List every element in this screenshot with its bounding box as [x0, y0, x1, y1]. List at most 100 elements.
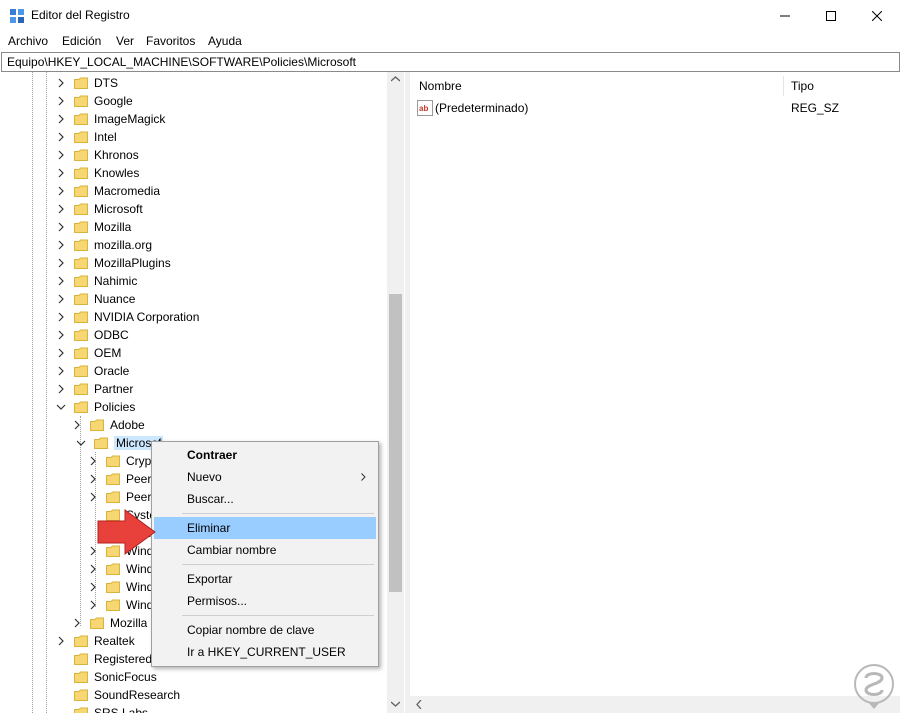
tree-item[interactable]: Knowles — [56, 164, 139, 182]
chevron-right-icon[interactable] — [56, 348, 66, 358]
tree-vertical-scrollbar[interactable] — [387, 72, 404, 713]
menu-item-copy-key-name[interactable]: Copiar nombre de clave — [154, 619, 376, 641]
tree-item[interactable]: Khronos — [56, 146, 139, 164]
scroll-thumb[interactable] — [389, 294, 402, 592]
values-pane[interactable]: Nombre Tipo ab (Predeterminado) REG_SZ — [410, 72, 900, 713]
folder-icon — [74, 292, 88, 306]
tree-item-label: Adobe — [110, 418, 145, 432]
tree-item[interactable]: Microsoft — [56, 200, 143, 218]
chevron-right-icon[interactable] — [56, 222, 66, 232]
tree-item[interactable]: Wind — [88, 596, 153, 614]
tree-item[interactable]: DTS — [56, 74, 118, 92]
chevron-right-icon[interactable] — [56, 204, 66, 214]
tree-item[interactable]: Nuance — [56, 290, 135, 308]
chevron-right-icon[interactable] — [88, 564, 98, 574]
folder-icon — [74, 202, 88, 216]
scroll-left-icon[interactable] — [416, 700, 422, 709]
value-row[interactable]: ab (Predeterminado) — [417, 99, 528, 117]
chevron-right-icon[interactable] — [88, 492, 98, 502]
column-header-name[interactable]: Nombre — [419, 79, 462, 93]
values-horizontal-scrollbar[interactable] — [410, 696, 900, 713]
chevron-right-icon[interactable] — [56, 240, 66, 250]
menu-archivo[interactable]: Archivo — [8, 34, 48, 48]
chevron-right-icon[interactable] — [88, 474, 98, 484]
folder-icon — [90, 418, 104, 432]
chevron-right-icon[interactable] — [56, 366, 66, 376]
tree-item[interactable]: Google — [56, 92, 133, 110]
tree-item[interactable]: SoundResearch — [56, 686, 180, 704]
address-bar[interactable]: Equipo\HKEY_LOCAL_MACHINE\SOFTWARE\Polic… — [1, 52, 900, 72]
tree-item[interactable]: NVIDIA Corporation — [56, 308, 199, 326]
column-header-type[interactable]: Tipo — [791, 79, 814, 93]
tree-item[interactable]: ODBC — [56, 326, 129, 344]
menu-ver[interactable]: Ver — [116, 34, 134, 48]
chevron-down-icon[interactable] — [76, 438, 86, 448]
chevron-right-icon[interactable] — [56, 168, 66, 178]
menu-item-export[interactable]: Exportar — [154, 568, 376, 590]
tree-item[interactable]: OEM — [56, 344, 121, 362]
folder-icon — [74, 76, 88, 90]
tree-item[interactable]: Crypt — [88, 452, 155, 470]
chevron-right-icon[interactable] — [56, 636, 66, 646]
tree-item[interactable]: Peern — [88, 488, 158, 506]
tree-item[interactable]: RegisteredA — [56, 650, 160, 668]
tree-item[interactable]: Partner — [56, 380, 133, 398]
tree-item[interactable]: SRS Labs — [56, 704, 148, 713]
tree-item-label: SonicFocus — [94, 670, 157, 684]
tree-item[interactable]: Wind — [88, 560, 153, 578]
tree-item[interactable]: Nahimic — [56, 272, 137, 290]
chevron-right-icon[interactable] — [56, 78, 66, 88]
tree-item[interactable]: Adobe — [72, 416, 145, 434]
maximize-button[interactable] — [808, 0, 854, 31]
menu-item-find[interactable]: Buscar... — [154, 488, 376, 510]
column-divider[interactable] — [783, 76, 784, 96]
chevron-right-icon[interactable] — [56, 276, 66, 286]
address-path[interactable]: Equipo\HKEY_LOCAL_MACHINE\SOFTWARE\Polic… — [7, 55, 356, 69]
menu-item-delete[interactable]: Eliminar — [154, 517, 376, 539]
chevron-right-icon[interactable] — [56, 384, 66, 394]
tree-item-label: Nahimic — [94, 274, 138, 288]
chevron-down-icon[interactable] — [56, 402, 66, 412]
menu-item-rename[interactable]: Cambiar nombre — [154, 539, 376, 561]
chevron-right-icon[interactable] — [56, 150, 66, 160]
chevron-right-icon[interactable] — [72, 618, 82, 628]
menu-item-new[interactable]: Nuevo — [154, 466, 376, 488]
chevron-right-icon[interactable] — [56, 330, 66, 340]
tree-item[interactable]: PeerD — [88, 470, 160, 488]
tree-item[interactable]: Mozilla — [56, 218, 131, 236]
chevron-right-icon[interactable] — [56, 258, 66, 268]
tree-item[interactable]: ImageMagick — [56, 110, 165, 128]
menu-separator — [182, 564, 374, 565]
chevron-right-icon[interactable] — [72, 420, 82, 430]
close-button[interactable] — [854, 0, 900, 31]
chevron-right-icon[interactable] — [56, 294, 66, 304]
chevron-right-icon[interactable] — [56, 114, 66, 124]
scroll-up-icon[interactable] — [391, 76, 400, 82]
menu-item-goto-hkcu[interactable]: Ir a HKEY_CURRENT_USER — [154, 641, 376, 663]
menu-edicion[interactable]: Edición — [62, 34, 101, 48]
tree-item[interactable]: MozillaPlugins — [56, 254, 171, 272]
chevron-right-icon[interactable] — [56, 312, 66, 322]
chevron-right-icon[interactable] — [56, 186, 66, 196]
chevron-right-icon[interactable] — [88, 600, 98, 610]
tree-item[interactable]: Oracle — [56, 362, 129, 380]
tree-item[interactable]: mozilla.org — [56, 236, 152, 254]
chevron-right-icon[interactable] — [88, 582, 98, 592]
minimize-button[interactable] — [762, 0, 808, 31]
scroll-down-icon[interactable] — [391, 701, 400, 707]
tree-item[interactable]: Policies — [56, 398, 135, 416]
menu-favoritos[interactable]: Favoritos — [146, 34, 195, 48]
tree-item[interactable]: Intel — [56, 128, 117, 146]
menu-item-permissions[interactable]: Permisos... — [154, 590, 376, 612]
tree-item[interactable]: Mozilla — [72, 614, 147, 632]
menu-item-collapse[interactable]: Contraer — [154, 444, 376, 466]
menu-ayuda[interactable]: Ayuda — [208, 34, 242, 48]
tree-item[interactable]: SonicFocus — [56, 668, 157, 686]
tree-item[interactable]: Realtek — [56, 632, 135, 650]
chevron-right-icon[interactable] — [56, 132, 66, 142]
chevron-right-icon[interactable] — [56, 96, 66, 106]
tree-item-label: Wind — [126, 580, 154, 594]
tree-item[interactable]: Macromedia — [56, 182, 160, 200]
tree-item[interactable]: Wind — [88, 578, 153, 596]
chevron-right-icon[interactable] — [88, 456, 98, 466]
